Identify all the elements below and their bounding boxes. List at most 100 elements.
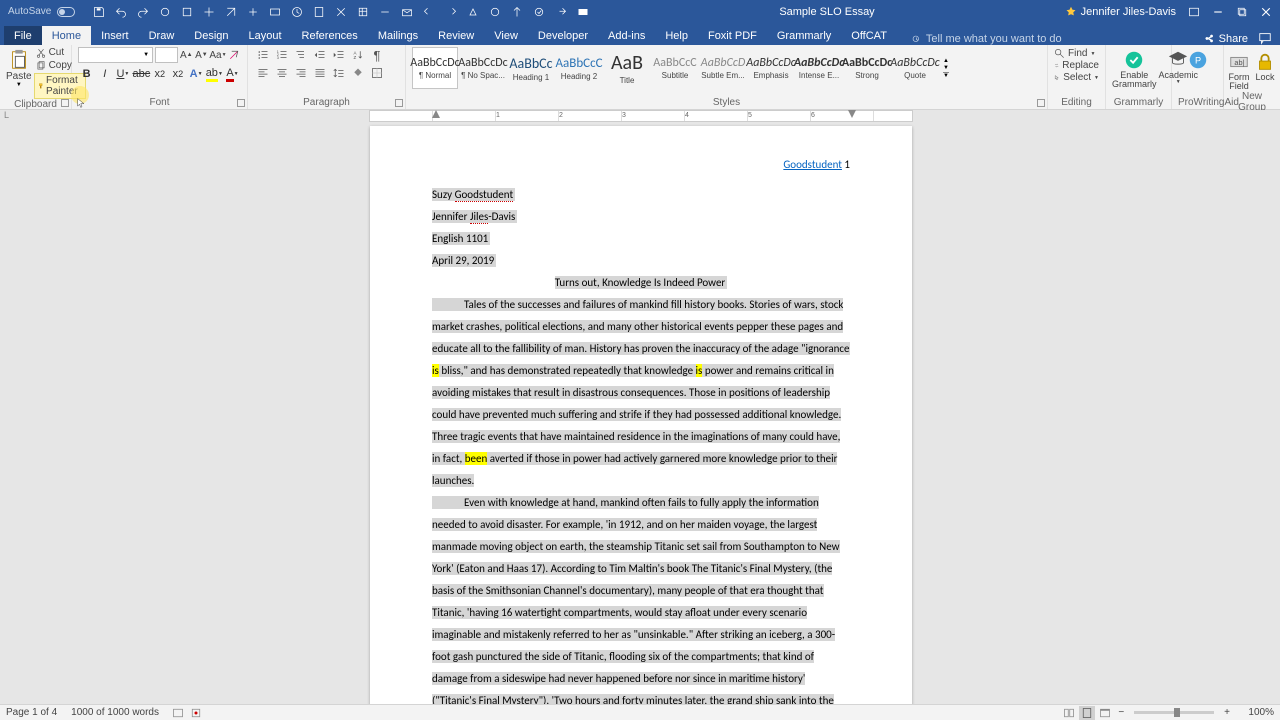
- page-indicator[interactable]: Page 1 of 4: [6, 707, 57, 718]
- qat-icon[interactable]: [357, 6, 369, 18]
- tell-me-search[interactable]: Tell me what you want to do: [911, 33, 1062, 45]
- zoom-out-button[interactable]: −: [1114, 707, 1128, 718]
- qat-icon[interactable]: [401, 6, 413, 18]
- comments-icon[interactable]: [1258, 31, 1272, 45]
- horizontal-ruler[interactable]: 1 2 3 4 5 6: [369, 110, 913, 122]
- style-heading1[interactable]: AaBbCcHeading 1: [508, 47, 554, 89]
- align-center-button[interactable]: [273, 65, 291, 81]
- form-field-button[interactable]: ab| Form Field: [1228, 49, 1250, 91]
- highlight-button[interactable]: ab▼: [206, 65, 223, 83]
- font-name-combo[interactable]: ▼: [78, 47, 153, 63]
- minimize-icon[interactable]: [1212, 6, 1224, 18]
- style-heading2[interactable]: AaBbCcCHeading 2: [556, 47, 602, 89]
- dialog-launcher-icon[interactable]: [1037, 99, 1045, 107]
- numbering-button[interactable]: 123: [273, 47, 291, 63]
- font-color-button[interactable]: A▼: [224, 65, 241, 83]
- style-strong[interactable]: AaBbCcDcStrong: [844, 47, 890, 89]
- document-page[interactable]: Goodstudent 1 Suzy Goodstudent Jennifer …: [370, 126, 912, 704]
- style-subtle-emphasis[interactable]: AaBbCcDSubtle Em...: [700, 47, 746, 89]
- paste-button[interactable]: Paste ▼: [6, 47, 32, 99]
- qat-icon[interactable]: [203, 6, 215, 18]
- tab-help[interactable]: Help: [655, 26, 698, 45]
- borders-button[interactable]: [368, 65, 386, 81]
- redo-icon[interactable]: [137, 6, 149, 18]
- tab-developer[interactable]: Developer: [528, 26, 598, 45]
- qat-icon[interactable]: [335, 6, 347, 18]
- shrink-font-button[interactable]: A▼: [195, 47, 208, 63]
- tab-mailings[interactable]: Mailings: [368, 26, 428, 45]
- tab-foxit[interactable]: Foxit PDF: [698, 26, 767, 45]
- style-emphasis[interactable]: AaBbCcDcEmphasis: [748, 47, 794, 89]
- autosave-toggle[interactable]: [57, 7, 75, 17]
- style-normal[interactable]: AaBbCcDc¶ Normal: [412, 47, 458, 89]
- tab-references[interactable]: References: [292, 26, 368, 45]
- superscript-button[interactable]: x2: [169, 65, 186, 83]
- qat-icon[interactable]: [379, 6, 391, 18]
- qat-icon[interactable]: [159, 6, 171, 18]
- qat-icon[interactable]: [423, 6, 435, 18]
- underline-button[interactable]: U▼: [114, 65, 131, 83]
- replace-button[interactable]: Replace: [1054, 60, 1099, 71]
- increase-indent-button[interactable]: [330, 47, 348, 63]
- tab-grammarly[interactable]: Grammarly: [767, 26, 841, 45]
- qat-icon[interactable]: [555, 6, 567, 18]
- italic-button[interactable]: I: [96, 65, 113, 83]
- clear-format-button[interactable]: [228, 47, 241, 63]
- subscript-button[interactable]: x2: [151, 65, 168, 83]
- indent-marker[interactable]: [432, 110, 440, 118]
- close-icon[interactable]: [1260, 6, 1272, 18]
- web-layout-icon[interactable]: [1097, 706, 1113, 720]
- prowritingaid-button[interactable]: P .: [1178, 47, 1217, 80]
- right-indent-marker[interactable]: [848, 110, 856, 118]
- qat-icon[interactable]: [533, 6, 545, 18]
- align-left-button[interactable]: [254, 65, 272, 81]
- style-subtitle[interactable]: AaBbCcCSubtitle: [652, 47, 698, 89]
- word-count[interactable]: 1000 of 1000 words: [71, 707, 159, 718]
- align-right-button[interactable]: [292, 65, 310, 81]
- tab-insert[interactable]: Insert: [91, 26, 139, 45]
- dialog-launcher-icon[interactable]: [61, 99, 69, 107]
- bold-button[interactable]: B: [78, 65, 95, 83]
- read-mode-icon[interactable]: [1061, 706, 1077, 720]
- qat-icon[interactable]: [577, 6, 589, 18]
- qat-icon[interactable]: [269, 6, 281, 18]
- qat-icon[interactable]: [225, 6, 237, 18]
- sort-button[interactable]: AZ: [349, 47, 367, 63]
- qat-icon[interactable]: [247, 6, 259, 18]
- style-quote[interactable]: AaBbCcDcQuote: [892, 47, 938, 89]
- zoom-slider[interactable]: [1134, 711, 1214, 714]
- strikethrough-button[interactable]: abc: [132, 65, 150, 83]
- maximize-icon[interactable]: [1236, 6, 1248, 18]
- qat-icon[interactable]: [181, 6, 193, 18]
- show-marks-button[interactable]: ¶: [368, 47, 386, 63]
- undo-icon[interactable]: [115, 6, 127, 18]
- text-effects-button[interactable]: A▼: [188, 65, 205, 83]
- tab-review[interactable]: Review: [428, 26, 484, 45]
- tab-home[interactable]: Home: [42, 26, 91, 45]
- find-button[interactable]: Find▼: [1054, 48, 1099, 59]
- dialog-launcher-icon[interactable]: [395, 99, 403, 107]
- style-title[interactable]: AaBTitle: [604, 47, 650, 89]
- justify-button[interactable]: [311, 65, 329, 81]
- ribbon-display-icon[interactable]: [1188, 6, 1200, 18]
- account-name[interactable]: Jennifer Jiles-Davis: [1065, 6, 1176, 18]
- change-case-button[interactable]: Aa▼: [210, 47, 226, 63]
- lock-button[interactable]: Lock: [1254, 49, 1276, 91]
- tab-layout[interactable]: Layout: [239, 26, 292, 45]
- qat-icon[interactable]: [467, 6, 479, 18]
- print-layout-icon[interactable]: [1079, 706, 1095, 720]
- qat-icon[interactable]: [313, 6, 325, 18]
- macro-icon[interactable]: [188, 706, 204, 720]
- multilevel-button[interactable]: [292, 47, 310, 63]
- qat-icon[interactable]: [511, 6, 523, 18]
- spelling-icon[interactable]: [170, 706, 186, 720]
- zoom-in-button[interactable]: +: [1220, 707, 1234, 718]
- grow-font-button[interactable]: A▲: [180, 47, 193, 63]
- save-icon[interactable]: [93, 6, 105, 18]
- styles-more-button[interactable]: ▲▼▼: [940, 58, 952, 79]
- shading-button[interactable]: [349, 65, 367, 81]
- enable-grammarly-button[interactable]: Enable Grammarly: [1112, 47, 1157, 89]
- tab-design[interactable]: Design: [184, 26, 238, 45]
- font-size-combo[interactable]: [155, 47, 178, 63]
- dialog-launcher-icon[interactable]: [237, 99, 245, 107]
